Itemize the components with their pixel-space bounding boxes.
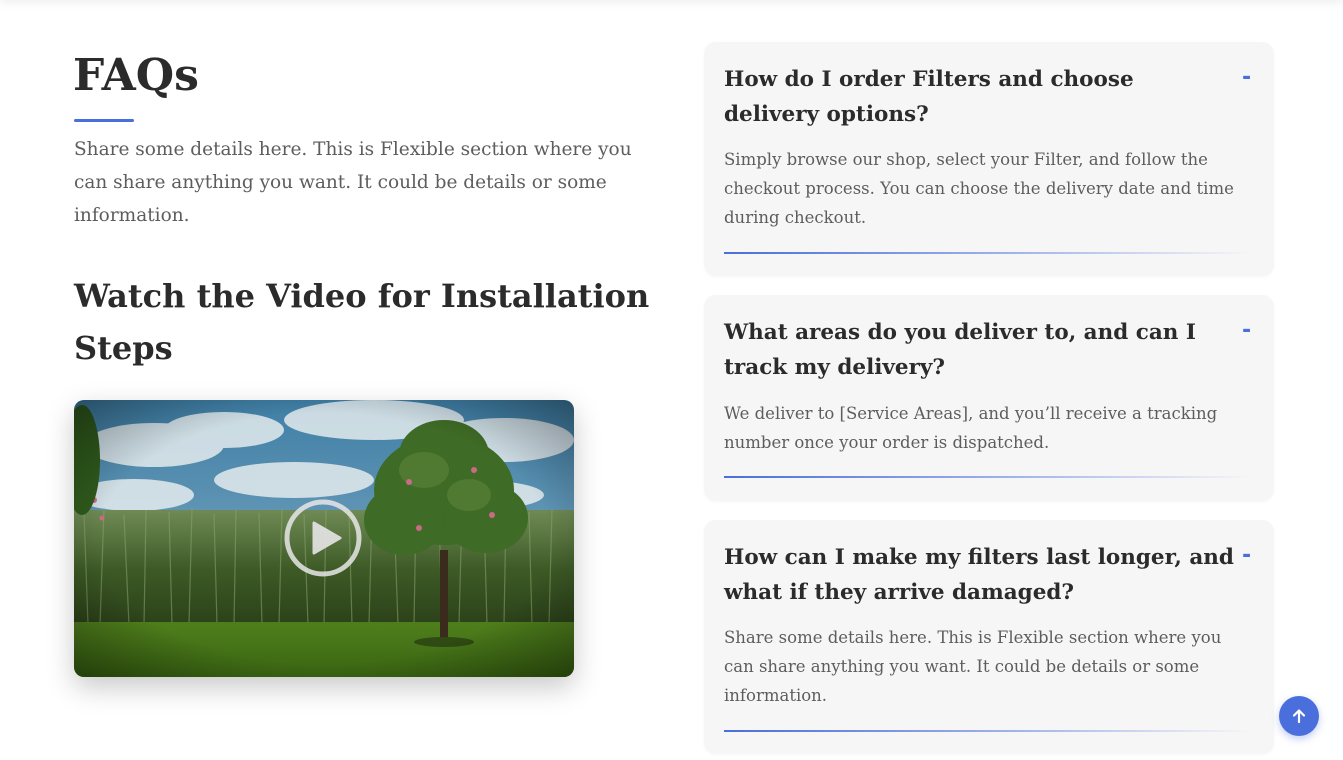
play-button[interactable]: [283, 498, 363, 578]
faq-divider: [724, 252, 1249, 254]
video-heading: Watch the Video for Installation Steps: [74, 277, 650, 367]
faq-question[interactable]: How do I order Filters and choose delive…: [724, 62, 1234, 132]
play-icon: [284, 499, 362, 577]
faq-divider: [724, 476, 1249, 478]
collapse-toggle[interactable]: -: [1242, 544, 1251, 568]
faq-question[interactable]: What areas do you deliver to, and can I …: [724, 315, 1234, 385]
title-underline: [74, 119, 134, 122]
faq-divider: [724, 730, 1249, 732]
faq-answer: Share some details here. This is Flexibl…: [724, 628, 1222, 705]
faq-item[interactable]: What areas do you deliver to, and can I …: [704, 295, 1274, 501]
intro-text: Share some details here. This is Flexibl…: [74, 139, 632, 226]
scroll-to-top-button[interactable]: [1279, 696, 1319, 736]
video-player[interactable]: [74, 400, 574, 677]
faq-answer: Simply browse our shop, select your Filt…: [724, 150, 1234, 227]
arrow-up-icon: [1292, 709, 1306, 724]
faq-question[interactable]: How can I make my filters last longer, a…: [724, 540, 1234, 610]
collapse-toggle[interactable]: -: [1242, 66, 1251, 90]
collapse-toggle[interactable]: -: [1242, 319, 1251, 343]
faq-item[interactable]: How can I make my filters last longer, a…: [704, 520, 1274, 754]
faq-answer: We deliver to [Service Areas], and you’l…: [724, 404, 1218, 452]
page-title: FAQs: [73, 50, 199, 101]
faq-item[interactable]: How do I order Filters and choose delive…: [704, 42, 1274, 276]
